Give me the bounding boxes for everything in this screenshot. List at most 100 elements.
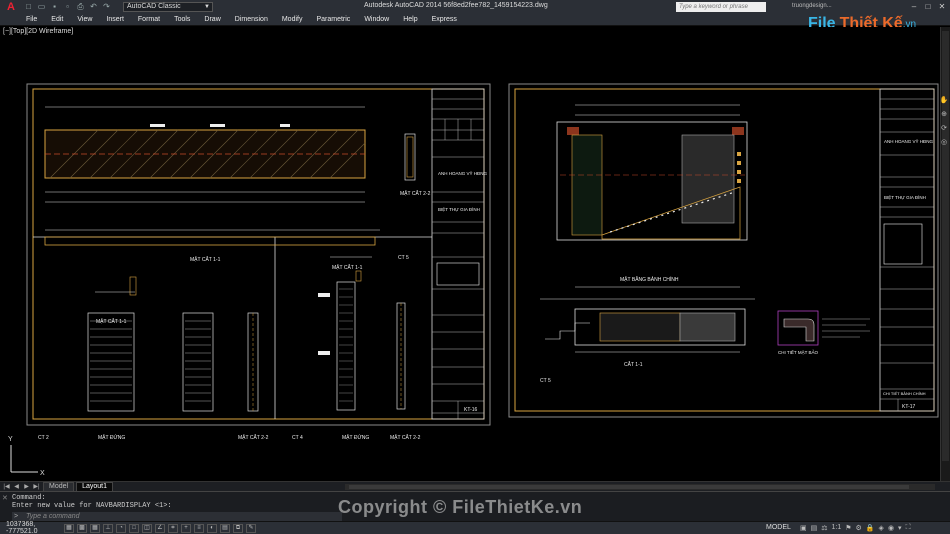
isolate-objects-icon[interactable]: ◉ xyxy=(888,524,894,532)
titleblock2-sheet-title: CHI TIẾT BẢNH CHÍNH xyxy=(883,391,926,396)
menu-window[interactable]: Window xyxy=(364,16,389,23)
menu-modify[interactable]: Modify xyxy=(282,16,303,23)
ducs-icon[interactable]: ⌗ xyxy=(168,523,178,533)
label-ct5-a: CT 5 xyxy=(398,255,409,261)
osnap-icon[interactable]: □ xyxy=(129,523,139,533)
label-section-1-1-c: MẶT CẮT 1-1 xyxy=(332,263,363,271)
label-section-2-2-a: MẶT CẮT 2-2 xyxy=(400,189,431,197)
orbit-icon[interactable]: ⟳ xyxy=(941,124,947,132)
model-space-toggle[interactable]: MODEL xyxy=(766,524,791,531)
copyright-watermark: Copyright © FileThietKe.vn xyxy=(338,497,583,517)
command-prompt-icon: > xyxy=(14,513,19,520)
new-icon[interactable]: □ xyxy=(22,1,35,13)
titleblock-project: BIỆT THỰ GIA ĐÌNH xyxy=(438,205,480,212)
titleblock2-client: ANH HOANG VỸ HĐNG xyxy=(884,138,934,144)
prev-tab-icon[interactable]: ◀ xyxy=(12,483,21,490)
detail-ct2: MẶT CẮT 1-1 CT 2 MẶT ĐỨNG MẶT CẮT 2-2 xyxy=(38,276,269,441)
save-icon[interactable]: ▪ xyxy=(48,1,61,13)
dyn-icon[interactable]: + xyxy=(181,523,191,533)
lineweight-icon[interactable]: ≡ xyxy=(194,523,204,533)
title-bar: A □ ▭ ▪ ▫ ⎙ ↶ ↷ AutoCAD Classic ▼ Autode… xyxy=(0,0,950,14)
titleblock-client: ANH HOANG VỸ HĐNG xyxy=(438,170,488,176)
undo-icon[interactable]: ↶ xyxy=(87,1,100,13)
label-ct2: CT 2 xyxy=(38,435,49,441)
minimize-icon[interactable]: – xyxy=(908,1,920,12)
otrack-icon[interactable]: ∠ xyxy=(155,523,165,533)
menu-file[interactable]: File xyxy=(26,16,37,23)
clean-screen-icon[interactable]: ⛶ xyxy=(906,524,911,532)
label-detail: CHI TIẾT MẶT BẢO xyxy=(778,349,819,355)
annotation-visibility-icon[interactable]: ⚑ xyxy=(845,524,851,532)
ortho-icon[interactable]: ⊥ xyxy=(103,523,113,533)
drawing-viewport[interactable]: [−][Top][2D Wireframe] ANH HOANG VỸ HĐNG… xyxy=(0,27,940,481)
layout-tabs-bar: |◀ ◀ ▶ ▶| Model Layout1 xyxy=(0,481,950,491)
menu-draw[interactable]: Draw xyxy=(204,16,220,23)
menu-tools[interactable]: Tools xyxy=(174,16,190,23)
open-icon[interactable]: ▭ xyxy=(35,1,48,13)
menu-view[interactable]: View xyxy=(77,16,92,23)
last-tab-icon[interactable]: ▶| xyxy=(32,483,41,490)
svg-text:X: X xyxy=(40,470,45,477)
drafting-toggles: ▦ ▩ ▦ ⊥ ◔ □ ◫ ∠ ⌗ + ≡ ◐ ▤ ⧉ ✎ xyxy=(64,523,256,533)
annotation-scale-icon[interactable]: ⚖ xyxy=(821,524,827,532)
command-history-line-1: Command: xyxy=(12,494,46,502)
grid-icon[interactable]: ▦ xyxy=(90,523,100,533)
label-section-2-2-b: MẶT CẮT 2-2 xyxy=(238,433,269,441)
titleblock-sheet-no: KT-16 xyxy=(464,407,478,413)
label-elevation-1: MẶT ĐỨNG xyxy=(98,434,125,441)
hardware-acceleration-icon[interactable]: ◈ xyxy=(879,524,884,532)
redo-icon[interactable]: ↷ xyxy=(100,1,113,13)
workspace-switch-icon[interactable]: ⚙ xyxy=(856,524,862,532)
zoom-icon[interactable]: ⊕ xyxy=(941,110,947,118)
lock-icon[interactable]: 🔒 xyxy=(866,524,875,532)
saveas-icon[interactable]: ▫ xyxy=(61,1,74,13)
window-controls: – □ ✕ xyxy=(908,1,948,12)
window-title: Autodesk AutoCAD 2014 56f8ed2fee782_1459… xyxy=(364,2,548,9)
detail-ct4: MẶT CẮT 1-1 CT 4 MẶT ĐỨNG MẶT CẮT 2-2 xyxy=(292,256,421,441)
annotation-monitor-icon[interactable]: ✎ xyxy=(246,523,256,533)
menu-parametric[interactable]: Parametric xyxy=(316,16,350,23)
command-input[interactable]: > Type a command xyxy=(12,512,342,521)
pan-icon[interactable]: ✋ xyxy=(940,96,949,104)
hscroll-thumb[interactable] xyxy=(349,485,909,489)
menu-format[interactable]: Format xyxy=(138,16,160,23)
label-section-2-2-c: MẶT CẮT 2-2 xyxy=(390,433,421,441)
print-icon[interactable]: ⎙ xyxy=(74,1,87,13)
maximize-icon[interactable]: □ xyxy=(922,1,934,12)
tab-model[interactable]: Model xyxy=(43,482,75,491)
chevron-down-icon: ▼ xyxy=(204,4,210,10)
menu-help[interactable]: Help xyxy=(403,16,417,23)
workspace-select[interactable]: AutoCAD Classic ▼ xyxy=(123,2,213,12)
svg-text:Y: Y xyxy=(8,436,13,443)
quick-view-drawings-icon[interactable]: ▤ xyxy=(811,524,818,532)
user-account[interactable]: truongdesign... xyxy=(792,3,832,9)
polar-icon[interactable]: ◔ xyxy=(116,523,126,533)
menu-edit[interactable]: Edit xyxy=(51,16,63,23)
workspace-value: AutoCAD Classic xyxy=(127,3,181,10)
label-ct4: CT 4 xyxy=(292,435,303,441)
quick-view-layouts-icon[interactable]: ▣ xyxy=(800,524,807,532)
menu-insert[interactable]: Insert xyxy=(106,16,124,23)
annotation-scale[interactable]: 1:1 xyxy=(832,524,842,532)
gate-detail: CHI TIẾT MẶT BẢO xyxy=(777,310,870,355)
selection-cycling-icon[interactable]: ⧉ xyxy=(233,523,243,533)
status-menu-icon[interactable]: ▾ xyxy=(898,524,902,532)
quick-properties-icon[interactable]: ▤ xyxy=(220,523,230,533)
infer-constraints-icon[interactable]: ▦ xyxy=(64,523,74,533)
close-icon[interactable]: ✕ xyxy=(936,1,948,12)
next-tab-icon[interactable]: ▶ xyxy=(22,483,31,490)
command-close-icon[interactable]: ✕ xyxy=(2,494,8,503)
tab-layout1[interactable]: Layout1 xyxy=(76,482,113,491)
autocad-logo-icon[interactable]: A xyxy=(0,0,22,14)
transparency-icon[interactable]: ◐ xyxy=(207,523,217,533)
horizontal-scrollbar[interactable] xyxy=(345,484,935,490)
3d-osnap-icon[interactable]: ◫ xyxy=(142,523,152,533)
status-right-tools: ▣ ▤ ⚖ 1:1 ⚑ ⚙ 🔒 ◈ ◉ ▾ ⛶ xyxy=(800,524,910,532)
menu-dimension[interactable]: Dimension xyxy=(235,16,268,23)
drawing-canvas[interactable]: ANH HOANG VỸ HĐNG BIỆT THỰ GIA ĐÌNH KT-1… xyxy=(0,27,940,481)
search-input[interactable]: Type a keyword or phrase xyxy=(676,2,766,12)
snap-icon[interactable]: ▩ xyxy=(77,523,87,533)
first-tab-icon[interactable]: |◀ xyxy=(2,483,11,490)
wheel-icon[interactable]: ◎ xyxy=(941,138,947,146)
menu-express[interactable]: Express xyxy=(432,16,457,23)
